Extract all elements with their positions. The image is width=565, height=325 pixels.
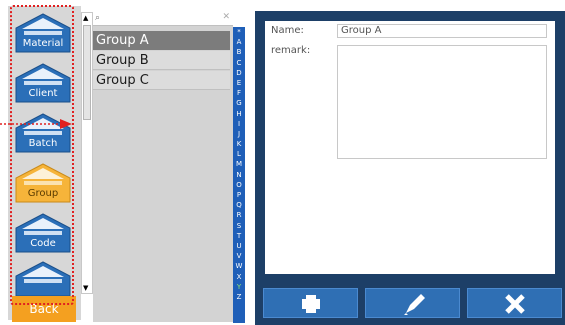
search-icon: ⌕ [95,13,101,23]
alphabet-index[interactable]: * A B C D E F G H I J K L M N O P Q R S T U V W X Y Z [233,27,245,323]
x-icon [505,294,525,314]
list-item[interactable]: Group A [93,31,230,50]
edit-button[interactable] [365,288,460,318]
alphabet-letter[interactable]: E [233,78,245,88]
pencil-icon [404,294,425,315]
alphabet-letter[interactable]: C [233,58,245,68]
scroll-thumb[interactable] [83,25,91,120]
plus-icon [302,295,320,313]
remark-label: remark: [271,45,311,56]
alphabet-letter[interactable]: T [233,231,245,241]
action-bar [255,285,565,325]
alphabet-letter[interactable]: X [233,272,245,282]
alphabet-letter[interactable]: F [233,88,245,98]
group-list-panel: ⌕ ✕ Group A Group B Group C [93,12,233,322]
remark-field[interactable] [337,45,547,159]
alphabet-letter[interactable]: * [233,27,245,37]
alphabet-letter[interactable]: W [233,261,245,271]
add-button[interactable] [263,288,358,318]
alphabet-letter[interactable]: O [233,180,245,190]
alphabet-letter[interactable]: Z [233,292,245,302]
alphabet-letter[interactable]: K [233,139,245,149]
alphabet-letter[interactable]: N [233,170,245,180]
app-window: Material Client Batch Group Code Back ▲ … [0,0,565,325]
alphabet-letter[interactable]: S [233,221,245,231]
name-label: Name: [271,25,304,36]
alphabet-letter[interactable]: R [233,210,245,220]
alphabet-letter[interactable]: H [233,109,245,119]
alphabet-letter[interactable]: M [233,159,245,169]
clear-icon[interactable]: ✕ [222,12,230,22]
alphabet-letter[interactable]: J [233,129,245,139]
list-item[interactable]: Group B [93,51,230,70]
alphabet-letter[interactable]: B [233,47,245,57]
alphabet-letter[interactable]: G [233,98,245,108]
scroll-up-icon[interactable]: ▲ [83,14,88,22]
detail-form: Name: Group A remark: [265,21,555,274]
delete-button[interactable] [467,288,562,318]
nav-scrollbar[interactable]: ▲ ▼ [81,12,93,294]
pointer-arrow-icon [0,119,72,129]
alphabet-letter[interactable]: V [233,251,245,261]
alphabet-letter[interactable]: P [233,190,245,200]
list-item[interactable]: Group C [93,71,230,90]
alphabet-letter[interactable]: Q [233,200,245,210]
scroll-down-icon[interactable]: ▼ [83,284,88,292]
alphabet-letter[interactable]: I [233,119,245,129]
alphabet-letter[interactable]: A [233,37,245,47]
search-bar: ⌕ ✕ [93,12,233,26]
name-field[interactable]: Group A [337,24,547,38]
highlight-box [10,5,74,305]
detail-panel: Name: Group A remark: [255,11,565,285]
alphabet-letter[interactable]: U [233,241,245,251]
alphabet-letter[interactable]: Y [233,282,245,292]
search-input[interactable] [105,13,215,24]
alphabet-letter[interactable]: D [233,68,245,78]
alphabet-letter[interactable]: L [233,149,245,159]
